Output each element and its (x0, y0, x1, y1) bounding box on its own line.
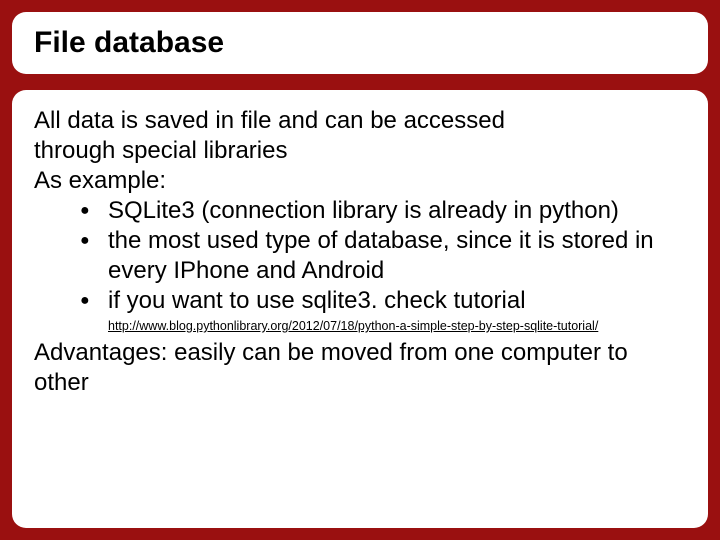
advantages-text: Advantages: easily can be moved from one… (34, 338, 686, 398)
body-card: All data is saved in file and can be acc… (12, 90, 708, 528)
intro-line: As example: (34, 167, 166, 194)
list-item: if you want to use sqlite3. check tutori… (80, 286, 686, 316)
title-card: File database (12, 12, 708, 74)
intro-text: All data is saved in file and can be acc… (34, 106, 686, 196)
intro-line: All data is saved in file and can be acc… (34, 107, 505, 134)
list-item: the most used type of database, since it… (80, 226, 686, 286)
bullet-list: SQLite3 (connection library is already i… (34, 196, 686, 316)
list-item: SQLite3 (connection library is already i… (80, 196, 686, 226)
tutorial-link[interactable]: http://www.blog.pythonlibrary.org/2012/0… (108, 319, 598, 333)
slide: File database All data is saved in file … (12, 12, 708, 528)
slide-title: File database (34, 26, 686, 60)
tutorial-link-line: http://www.blog.pythonlibrary.org/2012/0… (34, 318, 686, 336)
intro-line: through special libraries (34, 137, 287, 164)
